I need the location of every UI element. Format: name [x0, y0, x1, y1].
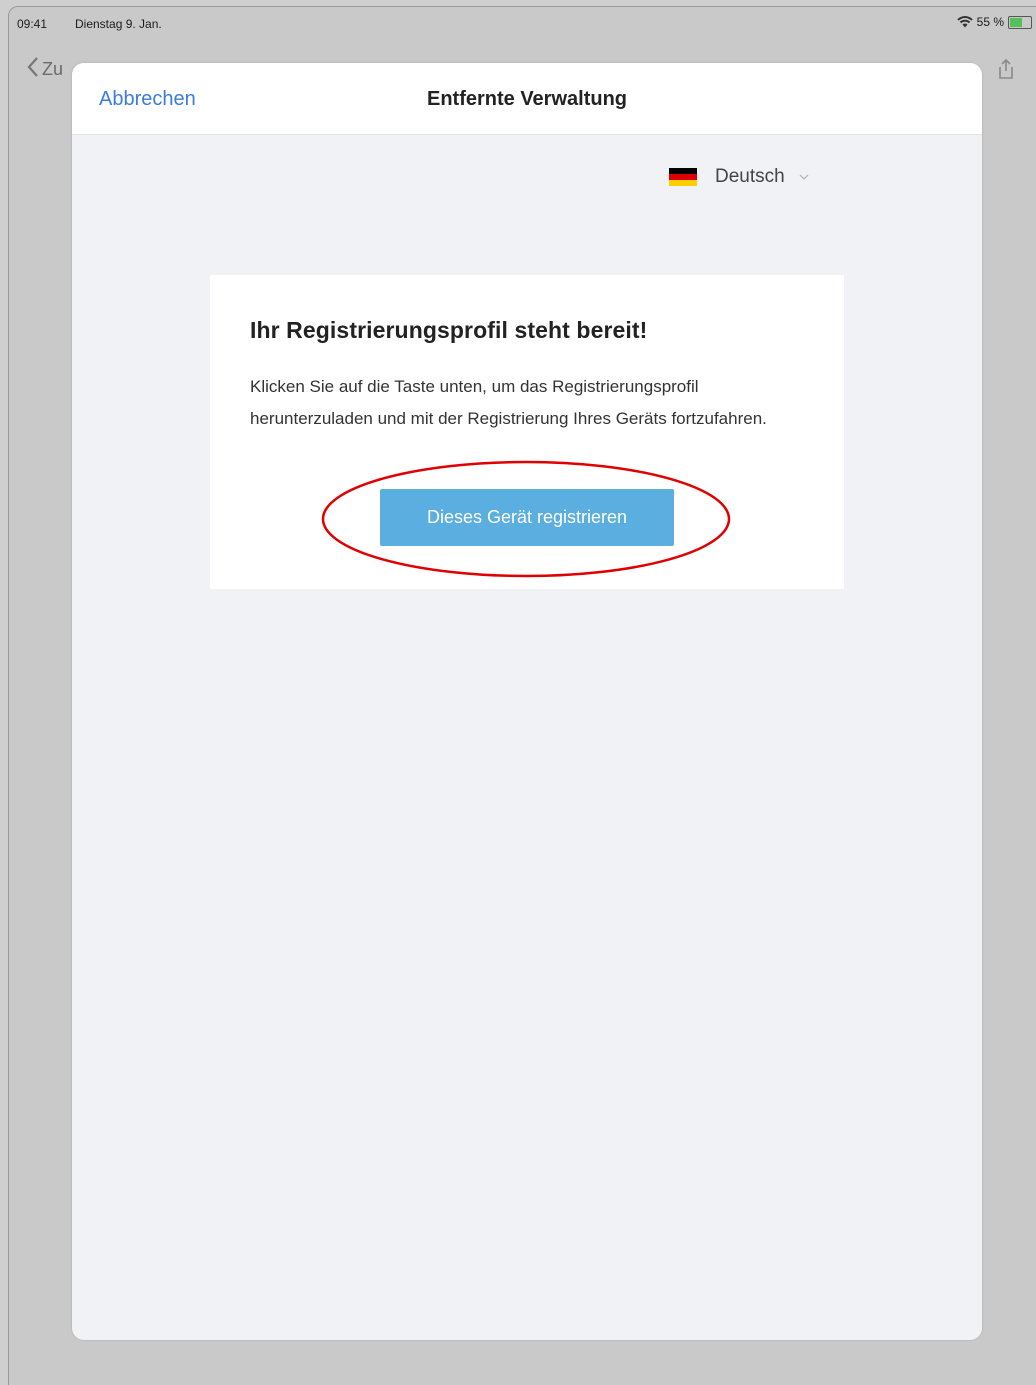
status-right: 55 % — [956, 15, 1032, 29]
wifi-icon — [956, 16, 973, 28]
battery-icon — [1008, 15, 1032, 29]
chevron-left-icon — [26, 56, 40, 83]
background-back-button: Zu — [26, 56, 63, 83]
language-selected: Deutsch — [715, 166, 785, 187]
share-icon — [996, 58, 1016, 80]
german-flag-icon — [669, 168, 697, 186]
status-bar: 09:41 Dienstag 9. Jan. 55 % — [0, 0, 1036, 40]
battery-percent: 55 % — [976, 15, 1004, 29]
chevron-down-icon — [799, 170, 809, 184]
sheet-title: Entfernte Verwaltung — [426, 88, 628, 110]
card-title: Ihr Registrierungsprofil steht bereit! — [250, 317, 648, 343]
registration-card: Ihr Registrierungsprofil steht bereit! K… — [210, 275, 844, 589]
register-device-button[interactable]: Dieses Gerät registrieren — [380, 489, 674, 546]
sheet-header: Abbrechen Entfernte Verwaltung — [72, 63, 982, 135]
background-back-label: Zu — [42, 59, 64, 79]
status-time: 09:41 — [17, 17, 48, 31]
remote-management-sheet: Abbrechen Entfernte Verwaltung Deutsch I… — [72, 63, 982, 1340]
status-date: Dienstag 9. Jan. — [75, 17, 162, 31]
language-select[interactable]: Deutsch — [669, 166, 809, 188]
card-body: Klicken Sie auf die Taste unten, um das … — [250, 377, 767, 428]
